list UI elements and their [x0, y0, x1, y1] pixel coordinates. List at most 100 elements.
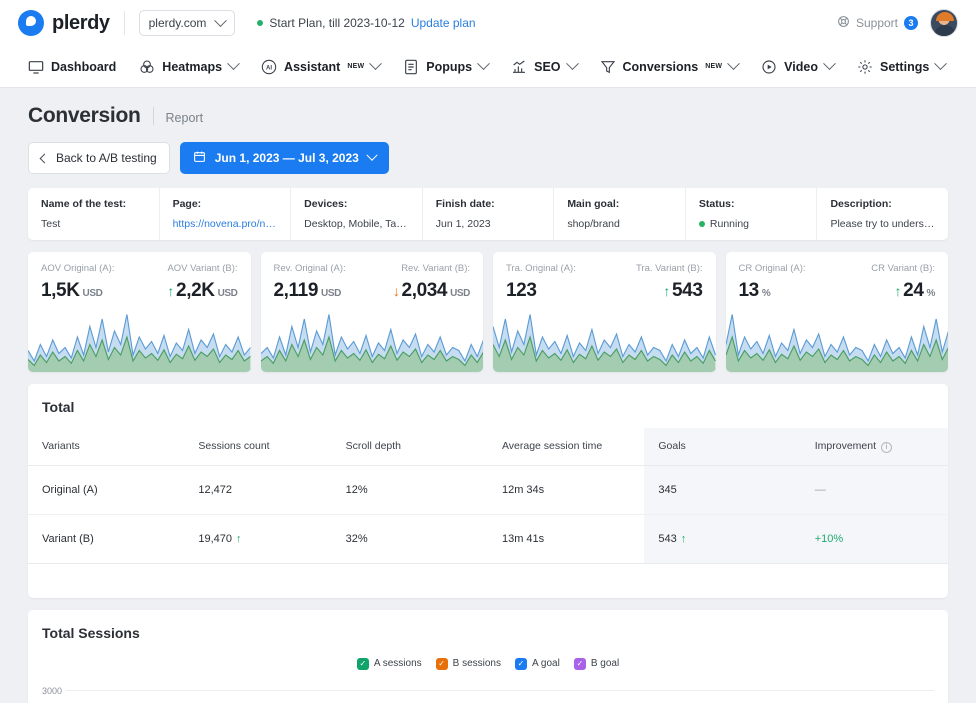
monitor-icon: [28, 59, 44, 75]
chevron-down-icon: [934, 57, 947, 70]
metric-original: Tra. Original (A): 123: [506, 263, 576, 302]
nav-item-popups[interactable]: Popups: [393, 53, 498, 81]
avatar[interactable]: [930, 9, 958, 37]
metric-original: CR Original (A):13%: [739, 263, 806, 302]
improvement-value: —: [815, 484, 826, 496]
page-url-link[interactable]: https://novena.pro/novos…: [173, 218, 278, 230]
scroll-depth-value: 12%: [346, 484, 368, 496]
top-bar: plerdy plerdy.com Start Plan, till 2023-…: [0, 0, 976, 46]
info-icon[interactable]: i: [881, 442, 892, 453]
metric-value: 123: [506, 280, 537, 301]
sessions-count: 12,472: [184, 465, 331, 514]
legend-item[interactable]: ✓ A sessions: [357, 658, 422, 670]
variant-name-value: Variant (B): [42, 533, 94, 545]
y-axis-tick-label: 3000: [28, 686, 66, 696]
metric-label: AOV Variant (B):: [167, 263, 237, 274]
metric-label: Tra. Original (A):: [506, 263, 576, 274]
date-range-picker[interactable]: Jun 1, 2023 — Jul 3, 2023: [180, 142, 389, 174]
nav-item-seo[interactable]: SEO: [501, 53, 586, 81]
metric-value: 24: [903, 280, 923, 301]
metric-value-wrap: 2,119USD: [274, 280, 346, 302]
nav-item-conversions[interactable]: ConversionsNEW: [590, 53, 749, 81]
page-title: Conversion: [28, 104, 141, 128]
metric-unit: USD: [218, 288, 238, 299]
metric-variant: Tra. Variant (B):↑543: [636, 263, 703, 302]
metric-value-wrap: ↑543: [636, 280, 703, 302]
metric-card-header: CR Original (A):13%CR Variant (B):↑24%: [726, 252, 949, 302]
metric-variant: AOV Variant (B):↑2,2KUSD: [167, 263, 237, 302]
gear-icon: [857, 59, 873, 75]
calendar-icon: [193, 150, 206, 166]
info-label: Status:: [699, 198, 804, 210]
new-tag: NEW: [347, 63, 364, 70]
metric-cards: AOV Original (A):1,5KUSD AOV Variant (B):…: [28, 252, 948, 372]
nav-item-heatmaps[interactable]: Heatmaps: [129, 53, 248, 81]
info-label: Page:: [173, 198, 278, 210]
status-badge: Running: [699, 218, 804, 230]
metric-card-header: Tra. Original (A): 123 Tra. Variant (B):↑5…: [493, 252, 716, 302]
column-header: Sessions count: [184, 428, 331, 465]
chevron-down-icon: [366, 150, 377, 161]
column-header: Goals: [644, 428, 800, 465]
nav-item-assistant[interactable]: AIAssistantNEW: [251, 53, 390, 81]
variant-name: Variant (B): [28, 514, 184, 563]
legend-checkbox[interactable]: ✓: [357, 658, 369, 670]
metric-value: 2,2K: [176, 280, 215, 301]
page-header: Conversion Report: [28, 104, 948, 128]
metric-value-wrap: 13%: [739, 280, 806, 302]
test-info-strip: Name of the test:TestPage:https://novena…: [28, 188, 948, 240]
column-header: Average session time: [488, 428, 644, 465]
page-subtitle: Report: [166, 111, 204, 125]
nav-item-settings[interactable]: Settings: [847, 53, 955, 81]
scroll-depth: 12%: [332, 465, 488, 514]
svg-text:AI: AI: [266, 65, 272, 71]
legend-item[interactable]: ✓A goal: [515, 658, 560, 670]
metric-value-wrap: 123: [506, 280, 576, 302]
top-bar-right: Support 3: [837, 9, 958, 37]
sessions-count-value: 12,472: [198, 484, 232, 496]
nav-item-label: Heatmaps: [162, 60, 222, 74]
update-plan-link[interactable]: Update plan: [411, 16, 476, 30]
legend-label: B sessions: [453, 658, 501, 669]
support-button[interactable]: Support 3: [837, 15, 918, 31]
legend-item[interactable]: ✓ B sessions: [436, 658, 501, 670]
back-to-ab-testing-button[interactable]: Back to A/B testing: [28, 142, 170, 174]
nav-item-video[interactable]: Video: [751, 53, 844, 81]
metric-original: AOV Original (A):1,5KUSD: [41, 263, 114, 302]
avg-session-time-value: 13m 41s: [502, 533, 544, 545]
table-row[interactable]: Variant (B)19,470↑32%13m 41s543↑+10%: [28, 514, 948, 563]
total-panel: Total VariantsSessions countScroll depth…: [28, 384, 948, 598]
nav-item-label: SEO: [534, 60, 560, 74]
goals-count: 345: [644, 465, 800, 514]
legend-label: B goal: [591, 658, 619, 669]
total-sessions-title: Total Sessions: [28, 610, 948, 654]
legend-checkbox[interactable]: ✓: [515, 658, 527, 670]
trend-up-icon: ↑: [663, 283, 670, 299]
chevron-down-icon: [727, 57, 740, 70]
legend-label: A sessions: [374, 658, 422, 669]
legend-item[interactable]: ✓ B goal: [574, 658, 619, 670]
info-label: Devices:: [304, 198, 409, 210]
legend-checkbox[interactable]: ✓: [574, 658, 586, 670]
metric-value: 2,034: [402, 280, 448, 301]
info-cell: Description:Please try to understand…: [817, 188, 948, 240]
variant-name: Original (A): [28, 465, 184, 514]
trend-up-icon: ↑: [236, 533, 242, 545]
sessions-count-value: 19,470: [198, 533, 232, 545]
nav-item-dashboard[interactable]: Dashboard: [18, 53, 126, 81]
info-value: Please try to understand…: [830, 218, 935, 230]
brand-logo[interactable]: plerdy: [18, 10, 110, 36]
play-circle-icon: [761, 59, 777, 75]
column-header-label: Scroll depth: [346, 440, 401, 452]
table-row[interactable]: Original (A)12,47212%12m 34s345—: [28, 465, 948, 514]
chevron-down-icon: [823, 57, 836, 70]
legend-checkbox[interactable]: ✓: [436, 658, 448, 670]
back-button-label: Back to A/B testing: [56, 151, 157, 165]
variant-name-value: Original (A): [42, 484, 98, 496]
nav-item-label: Video: [784, 60, 818, 74]
metric-variant: Rev. Variant (B):↓2,034USD: [393, 263, 470, 302]
metric-sparkline-chart: [493, 306, 716, 372]
brand-name: plerdy: [52, 12, 110, 35]
domain-selector[interactable]: plerdy.com: [139, 10, 236, 36]
page-content: Conversion Report Back to A/B testing Ju…: [0, 88, 976, 703]
